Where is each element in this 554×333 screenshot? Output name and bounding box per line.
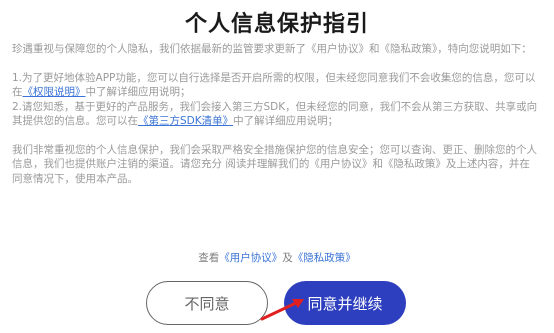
dialog-body: 珍遇重视与保障您的个人隐私，我们依据最新的监管要求更新了《用户协议》和《隐私政策… [12, 42, 540, 200]
disagree-button[interactable]: 不同意 [146, 281, 268, 325]
footer-prefix: 查看 [198, 252, 220, 264]
protection-paragraph: 我们非常重视您的个人信息保护，我们会采取严格安全措施保护您的信息安全；您可以查询… [12, 143, 537, 185]
permission-paragraph: 1.为了更好地体验APP功能，您可以自行选择是否开启所需的权限，但未经您同意我们… [12, 71, 540, 100]
red-arrow-icon [260, 299, 304, 321]
sdk-paragraph: 2.请您知悉，基于更好的产品服务，我们会接入第三方SDK，但未经您的同意，我们不… [12, 100, 540, 129]
sdk-list-link[interactable]: 《第三方SDK清单》 [138, 115, 233, 127]
user-agreement-link[interactable]: 《用户协议》 [219, 252, 282, 264]
permission-link[interactable]: 《权限说明》 [23, 86, 86, 98]
footer-links: 查看《用户协议》及《隐私政策》 [0, 250, 554, 265]
permission-text-end: 中了解详细应用说明； [85, 86, 191, 98]
footer-joiner: 及 [282, 252, 293, 264]
sdk-text-end: 中了解详细应用说明； [233, 115, 339, 127]
dialog-title: 个人信息保护指引 [184, 12, 369, 37]
privacy-policy-link[interactable]: 《隐私政策》 [293, 252, 356, 264]
intro-paragraph: 珍遇重视与保障您的个人隐私，我们依据最新的监管要求更新了《用户协议》和《隐私政策… [12, 43, 532, 55]
privacy-dialog: 个人信息保护指引 珍遇重视与保障您的个人隐私，我们依据最新的监管要求更新了《用户… [0, 0, 554, 333]
